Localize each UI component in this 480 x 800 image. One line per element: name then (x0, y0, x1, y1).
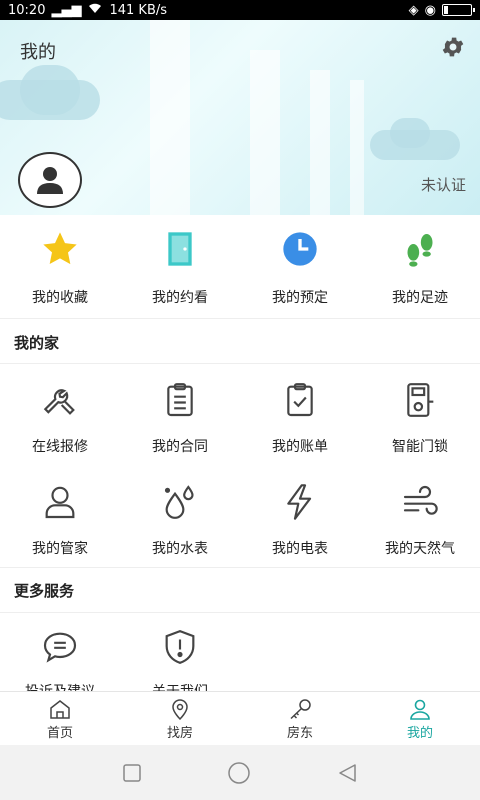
user-silhouette-icon (37, 167, 63, 194)
wrench-icon (38, 378, 82, 422)
quick-label: 我的约看 (152, 290, 208, 306)
home-item-repair[interactable]: 在线报修 (0, 364, 120, 464)
more-item-about[interactable]: 关于我们 (120, 613, 240, 691)
home-grid-row-1: 在线报修 我的合同 我的账单 智能门锁 (0, 364, 480, 464)
grid-label: 我的管家 (32, 541, 88, 557)
home-icon (50, 700, 70, 719)
network-speed: 141 KB/s (109, 2, 168, 18)
cert-status[interactable]: 未认证 (421, 174, 466, 195)
quick-label: 我的收藏 (32, 290, 88, 306)
tab-home[interactable]: 首页 (0, 692, 120, 745)
location-pin-icon (172, 699, 188, 720)
bottom-tabbar: 首页 找房 房东 我的 (0, 691, 480, 745)
home-item-electric-meter[interactable]: 我的电表 (240, 466, 360, 566)
back-triangle-icon[interactable] (336, 762, 358, 784)
tab-mine[interactable]: 我的 (360, 692, 480, 745)
section-title-home: 我的家 (14, 334, 60, 352)
quick-reservations[interactable]: 我的预定 (240, 215, 360, 318)
grid-label: 在线报修 (32, 439, 88, 455)
home-grid-row-2: 我的管家 我的水表 我的电表 我的天然气 (0, 466, 480, 566)
section-title-more: 更多服务 (14, 582, 75, 600)
divider (0, 567, 480, 568)
grid-label: 投诉及建议 (25, 681, 95, 691)
user-icon (410, 699, 430, 720)
clock-icon (280, 229, 320, 269)
quick-footprints[interactable]: 我的足迹 (360, 215, 480, 318)
home-item-gas[interactable]: 我的天然气 (360, 466, 480, 566)
quick-label: 我的足迹 (392, 290, 448, 306)
home-item-smart-lock[interactable]: 智能门锁 (360, 364, 480, 464)
tab-find-house[interactable]: 找房 (120, 692, 240, 745)
star-icon (40, 229, 80, 269)
door-icon (160, 229, 200, 269)
gear-icon[interactable] (440, 34, 466, 60)
person-icon (38, 480, 82, 524)
page-title: 我的 (20, 42, 56, 63)
shield-icon (158, 627, 202, 667)
sim-icon: ◈ (408, 2, 419, 18)
quick-actions: 我的收藏 我的约看 我的预定 我的足迹 (0, 215, 480, 319)
smart-lock-icon (398, 378, 442, 422)
gas-wind-icon (398, 480, 442, 524)
status-time: 10:20 (8, 2, 46, 18)
home-circle-icon[interactable] (226, 760, 252, 786)
alarm-icon: ◉ (424, 2, 436, 18)
home-item-bill[interactable]: 我的账单 (240, 364, 360, 464)
quick-label: 我的预定 (272, 290, 328, 306)
grid-label: 我的电表 (272, 541, 328, 557)
home-item-contract[interactable]: 我的合同 (120, 364, 240, 464)
grid-label: 我的水表 (152, 541, 208, 557)
home-item-water-meter[interactable]: 我的水表 (120, 466, 240, 566)
quick-appointments[interactable]: 我的约看 (120, 215, 240, 318)
grid-label: 我的天然气 (385, 541, 455, 557)
tab-label: 我的 (406, 726, 433, 741)
avatar[interactable] (18, 152, 82, 208)
bill-icon (278, 378, 322, 422)
battery-icon (442, 4, 475, 16)
profile-header: 我的 未认证 (0, 20, 480, 215)
tab-label: 首页 (46, 726, 73, 741)
quick-favorites[interactable]: 我的收藏 (0, 215, 120, 318)
status-bar: 10:20 ▂▄▆ 141 KB/s ◈ ◉ (0, 0, 480, 20)
contract-icon (158, 378, 202, 422)
tab-label: 找房 (166, 726, 193, 741)
grid-label: 我的账单 (272, 439, 328, 455)
grid-label: 关于我们 (152, 681, 208, 691)
chat-bubble-icon (38, 627, 82, 667)
grid-label: 智能门锁 (392, 439, 448, 455)
signal-icon: ▂▄▆ (51, 2, 82, 18)
more-grid: 投诉及建议 关于我们 (0, 613, 480, 691)
system-nav-bar (0, 745, 480, 800)
tab-landlord[interactable]: 房东 (240, 692, 360, 745)
tab-label: 房东 (286, 726, 313, 741)
wifi-icon (87, 2, 103, 18)
home-item-butler[interactable]: 我的管家 (0, 466, 120, 566)
recents-square-icon[interactable] (122, 763, 142, 783)
water-drop-icon (158, 480, 202, 524)
lightning-icon (278, 480, 322, 524)
footprint-icon (400, 229, 440, 269)
more-item-feedback[interactable]: 投诉及建议 (0, 613, 120, 691)
key-icon (290, 699, 311, 720)
grid-label: 我的合同 (152, 439, 208, 455)
